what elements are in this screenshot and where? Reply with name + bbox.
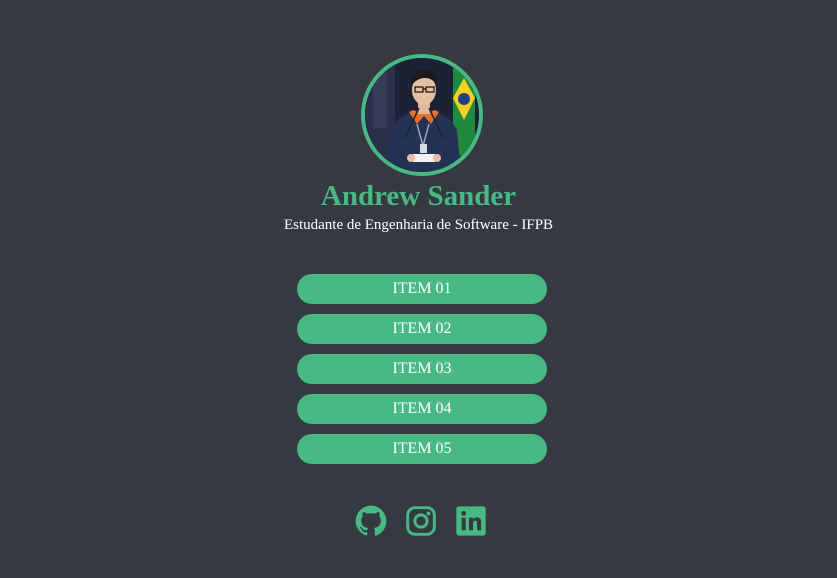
github-link[interactable] <box>355 505 387 537</box>
profile-subtitle: Estudante de Engenharia de Software - IF… <box>283 217 554 233</box>
link-item-05[interactable]: ITEM 05 <box>297 434 547 464</box>
avatar-photo <box>365 58 479 172</box>
profile-name: Andrew Sander <box>320 180 517 212</box>
linkedin-icon <box>456 506 486 536</box>
instagram-icon <box>406 506 436 536</box>
profile-page: Andrew Sander Estudante de Engenharia de… <box>0 0 837 578</box>
github-icon <box>355 505 387 536</box>
link-list: ITEM 01 ITEM 02 ITEM 03 ITEM 04 ITEM 05 <box>297 274 547 474</box>
social-links <box>355 505 487 537</box>
avatar <box>361 54 483 176</box>
link-item-03[interactable]: ITEM 03 <box>297 354 547 384</box>
link-item-04[interactable]: ITEM 04 <box>297 394 547 424</box>
link-item-02[interactable]: ITEM 02 <box>297 314 547 344</box>
linkedin-link[interactable] <box>455 505 487 537</box>
instagram-link[interactable] <box>405 505 437 537</box>
link-item-01[interactable]: ITEM 01 <box>297 274 547 304</box>
